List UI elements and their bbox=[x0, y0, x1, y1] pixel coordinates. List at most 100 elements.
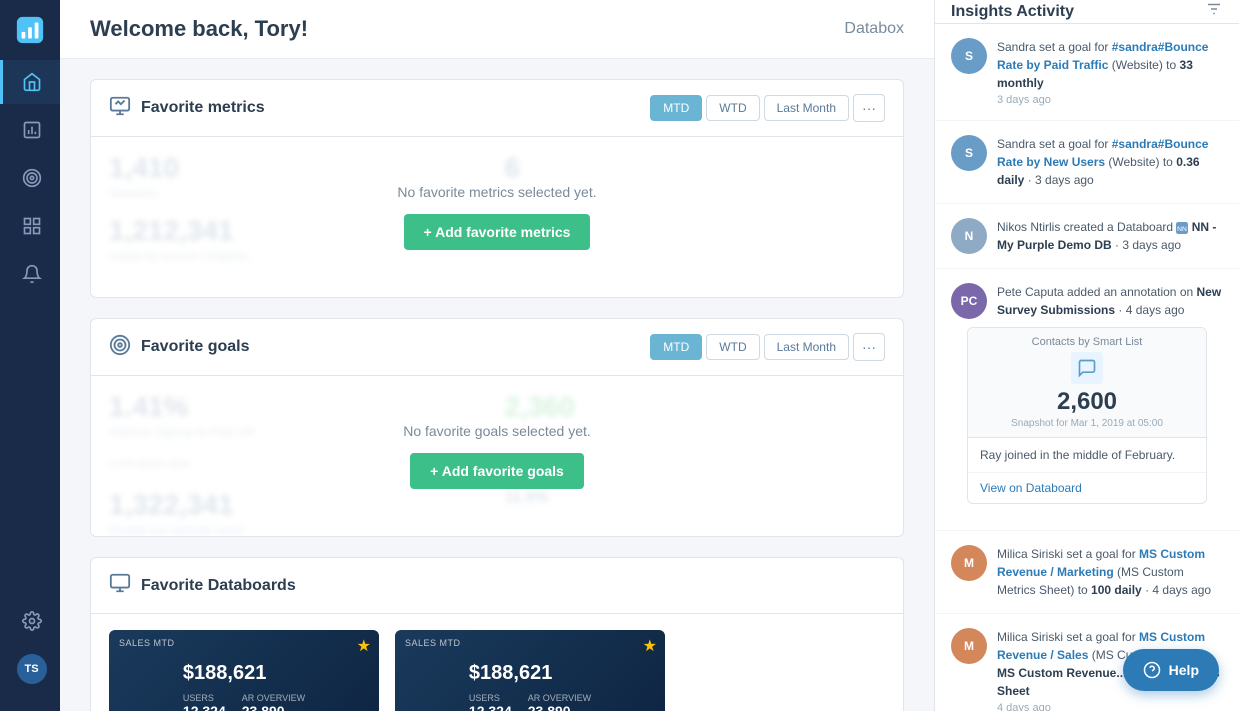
goals-tab-wtd[interactable]: WTD bbox=[706, 334, 759, 360]
activity-time: 3 days ago bbox=[997, 94, 1223, 106]
view-on-databoard-link[interactable]: View on Databoard bbox=[968, 472, 1206, 503]
goals-empty-state: No favorite goals selected yet. + Add fa… bbox=[91, 376, 903, 536]
goals-more-btn[interactable]: ··· bbox=[853, 333, 885, 361]
insights-panel-title: Insights Activity bbox=[951, 3, 1074, 21]
goals-section-icon bbox=[109, 334, 131, 361]
home-icon bbox=[22, 72, 42, 92]
filter-icon[interactable] bbox=[1205, 0, 1223, 23]
databoard-card-1[interactable]: ★ SALES MTD $188,621 USERS12,324 AR OVER… bbox=[109, 630, 379, 711]
main-body: Favorite metrics MTD WTD Last Month ··· … bbox=[60, 59, 934, 711]
activity-item: PC Pete Caputa added an annotation on Ne… bbox=[935, 269, 1239, 531]
metrics-tab-lastmonth[interactable]: Last Month bbox=[764, 95, 849, 121]
sidebar-item-alerts[interactable] bbox=[0, 252, 60, 296]
avatar: M bbox=[951, 545, 987, 581]
sidebar-nav bbox=[0, 60, 60, 599]
activity-text: Sandra set a goal for #sandra#Bounce Rat… bbox=[997, 38, 1223, 92]
main-wrapper: Welcome back, Tory! Databox Favorite met… bbox=[60, 0, 1239, 711]
page-title: Welcome back, Tory! bbox=[90, 16, 308, 42]
activity-content: Sandra set a goal for #sandra#Bounce Rat… bbox=[997, 135, 1223, 189]
databoard-star-1: ★ bbox=[357, 636, 371, 656]
insights-panel-header: Insights Activity bbox=[935, 0, 1239, 24]
databoards-section-header: Favorite Databoards bbox=[91, 558, 903, 614]
databoards-section-title: Favorite Databoards bbox=[141, 577, 296, 595]
databoard-star-2: ★ bbox=[643, 636, 657, 656]
add-metrics-button[interactable]: + Add favorite metrics bbox=[404, 214, 591, 250]
chart-bar-icon bbox=[22, 120, 42, 140]
activity-content: Milica Siriski set a goal for MS Custom … bbox=[997, 545, 1223, 599]
favorite-goals-section: Favorite goals MTD WTD Last Month ··· 1.… bbox=[90, 318, 904, 537]
favorite-databoards-section: Favorite Databoards ★ SALES MTD $188,621… bbox=[90, 557, 904, 711]
annotation-icon bbox=[1071, 352, 1103, 384]
activity-content: Nikos Ntirlis created a Databoard NN NN … bbox=[997, 218, 1223, 254]
main-header: Welcome back, Tory! Databox bbox=[60, 0, 934, 59]
metrics-tab-wtd[interactable]: WTD bbox=[706, 95, 759, 121]
databoard-sales-label-1: SALES MTD bbox=[119, 638, 175, 648]
avatar: N bbox=[951, 218, 987, 254]
goals-section-body: 1.41%Improve Signup to Paid CR 2,360 0.9… bbox=[91, 376, 903, 536]
help-label: Help bbox=[1169, 662, 1199, 678]
annotation-header: Contacts by Smart List 2,600 Snapshot fo… bbox=[968, 328, 1206, 438]
grid-icon bbox=[22, 216, 42, 236]
annotation-snapshot: Snapshot for Mar 1, 2019 at 05:00 bbox=[1011, 418, 1163, 429]
metrics-more-btn[interactable]: ··· bbox=[853, 94, 885, 122]
activity-item: S Sandra set a goal for #sandra#Bounce R… bbox=[935, 24, 1239, 121]
databoards-grid: ★ SALES MTD $188,621 USERS12,324 AR OVER… bbox=[91, 614, 903, 711]
target-icon bbox=[22, 168, 42, 188]
activity-item: N Nikos Ntirlis created a Databoard NN N… bbox=[935, 204, 1239, 269]
metrics-empty-state: No favorite metrics selected yet. + Add … bbox=[91, 137, 903, 297]
metrics-section-title: Favorite metrics bbox=[141, 99, 265, 117]
goals-title-group: Favorite goals bbox=[109, 334, 249, 361]
metrics-time-tabs: MTD WTD Last Month ··· bbox=[650, 94, 885, 122]
help-icon bbox=[1143, 661, 1161, 679]
activity-item: M Milica Siriski set a goal for MS Custo… bbox=[935, 531, 1239, 614]
activity-time: 4 days ago bbox=[997, 702, 1223, 711]
goals-tab-lastmonth[interactable]: Last Month bbox=[764, 334, 849, 360]
goals-section-header: Favorite goals MTD WTD Last Month ··· bbox=[91, 319, 903, 376]
main-content: Welcome back, Tory! Databox Favorite met… bbox=[60, 0, 934, 711]
sidebar: TS bbox=[0, 0, 60, 711]
metrics-section-icon bbox=[109, 95, 131, 122]
goals-tab-mtd[interactable]: MTD bbox=[650, 334, 702, 360]
metrics-tab-mtd[interactable]: MTD bbox=[650, 95, 702, 121]
svg-text:NN: NN bbox=[1178, 226, 1188, 233]
activity-text: Pete Caputa added an annotation on New S… bbox=[997, 283, 1223, 319]
sidebar-item-boards[interactable] bbox=[0, 204, 60, 248]
annotation-card: Contacts by Smart List 2,600 Snapshot fo… bbox=[967, 327, 1207, 504]
goals-time-tabs: MTD WTD Last Month ··· bbox=[650, 333, 885, 361]
databoards-title-group: Favorite Databoards bbox=[109, 572, 296, 599]
activity-list: S Sandra set a goal for #sandra#Bounce R… bbox=[935, 24, 1239, 711]
avatar: S bbox=[951, 38, 987, 74]
metrics-section-body: 1,410Sessions 6 1,212,341Leads by source… bbox=[91, 137, 903, 297]
app-logo[interactable] bbox=[10, 10, 50, 50]
sidebar-item-user[interactable]: TS bbox=[0, 647, 60, 691]
activity-content: Sandra set a goal for #sandra#Bounce Rat… bbox=[997, 38, 1223, 106]
avatar: PC bbox=[951, 283, 987, 319]
sidebar-item-dashboard[interactable] bbox=[0, 108, 60, 152]
brand-label: Databox bbox=[844, 20, 904, 38]
metrics-title-group: Favorite metrics bbox=[109, 95, 265, 122]
add-goals-button[interactable]: + Add favorite goals bbox=[410, 453, 584, 489]
avatar: M bbox=[951, 628, 987, 664]
sidebar-bottom: TS bbox=[0, 599, 60, 701]
avatar: S bbox=[951, 135, 987, 171]
sidebar-item-home[interactable] bbox=[0, 60, 60, 104]
sidebar-item-settings[interactable] bbox=[0, 599, 60, 643]
favorite-metrics-section: Favorite metrics MTD WTD Last Month ··· … bbox=[90, 79, 904, 298]
databoard-card-2[interactable]: ★ SALES MTD $188,621 USERS12,324 AR OVER… bbox=[395, 630, 665, 711]
goals-section-title: Favorite goals bbox=[141, 338, 249, 356]
user-avatar: TS bbox=[17, 654, 47, 684]
metrics-section-header: Favorite metrics MTD WTD Last Month ··· bbox=[91, 80, 903, 137]
activity-text: Nikos Ntirlis created a Databoard NN NN … bbox=[997, 218, 1223, 254]
insights-panel: Insights Activity S Sandra set a goal fo… bbox=[934, 0, 1239, 711]
annotation-value: 2,600 bbox=[1057, 388, 1117, 416]
goals-empty-text: No favorite goals selected yet. bbox=[403, 423, 591, 439]
sidebar-item-goals[interactable] bbox=[0, 156, 60, 200]
activity-text: Milica Siriski set a goal for MS Custom … bbox=[997, 545, 1223, 599]
annotation-metric-name: Contacts by Smart List bbox=[1032, 336, 1143, 348]
activity-content: Pete Caputa added an annotation on New S… bbox=[997, 283, 1223, 319]
metrics-empty-text: No favorite metrics selected yet. bbox=[397, 184, 596, 200]
help-button[interactable]: Help bbox=[1123, 649, 1219, 691]
bell-icon bbox=[22, 264, 42, 284]
databoards-section-icon bbox=[109, 572, 131, 599]
annotation-body: Ray joined in the middle of February. bbox=[968, 438, 1206, 472]
